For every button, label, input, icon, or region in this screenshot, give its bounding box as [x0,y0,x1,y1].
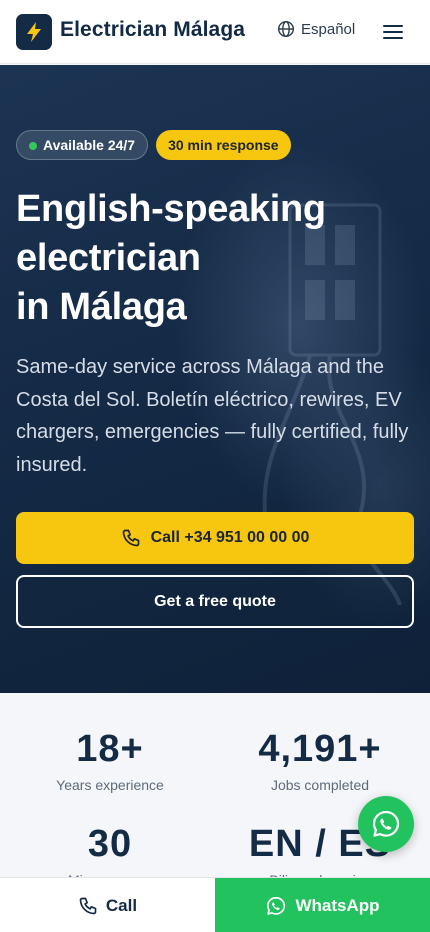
stat-value: 4,191+ [258,728,382,770]
hero-title-line: electrician [16,237,201,279]
hero-description: Same-day service across Málaga and the C… [16,356,409,476]
stat-value: 18+ [76,728,144,770]
availability-badge: Available 24/7 [16,130,149,160]
response-time-badge: 30 min response [156,130,291,160]
stat-label: Jobs completed [270,777,370,793]
call-phone-label: Call +34 951 00 00 00 [150,529,310,546]
hamburger-menu-icon[interactable] [381,22,405,42]
whatsapp-floating-button[interactable] [358,796,414,852]
sticky-bottom-bar: Call WhatsApp [0,877,430,932]
stat-years: 18+ Years experience [10,727,210,793]
call-phone-button[interactable]: Call +34 951 00 00 00 [16,512,414,564]
bottom-call-button[interactable]: Call [0,878,215,932]
phone-icon [79,897,97,914]
bottom-call-label: Call [105,895,138,915]
language-switcher[interactable]: Español [277,20,355,38]
site-header: Electrician Málaga Español [0,0,430,64]
brand-name[interactable]: Electrician Málaga [60,18,245,42]
globe-icon [277,20,295,38]
whatsapp-icon [372,810,400,837]
whatsapp-icon [267,896,286,915]
bottom-whatsapp-label: WhatsApp [295,895,380,915]
hero-title-line: in Málaga [16,286,187,328]
phone-icon [122,529,139,547]
language-label: Español [301,20,356,38]
stat-label: Years experience [56,777,164,793]
stat-jobs: 4,191+ Jobs completed [220,727,420,793]
hero-section: Available 24/7 30 min response English-s… [0,65,430,693]
hero-title: English-speaking electrician in Málaga [16,185,416,332]
hero-title-line: English-speaking [16,188,326,230]
free-quote-button[interactable]: Get a free quote [16,575,414,628]
availability-text: Available 24/7 [43,137,136,153]
hero-badges: Available 24/7 30 min response [16,130,291,160]
logo[interactable] [16,14,52,50]
stat-value: 30 [87,823,133,865]
bottom-whatsapp-button[interactable]: WhatsApp [215,878,430,932]
lightning-bolt-icon [27,22,41,42]
status-dot [29,142,37,150]
